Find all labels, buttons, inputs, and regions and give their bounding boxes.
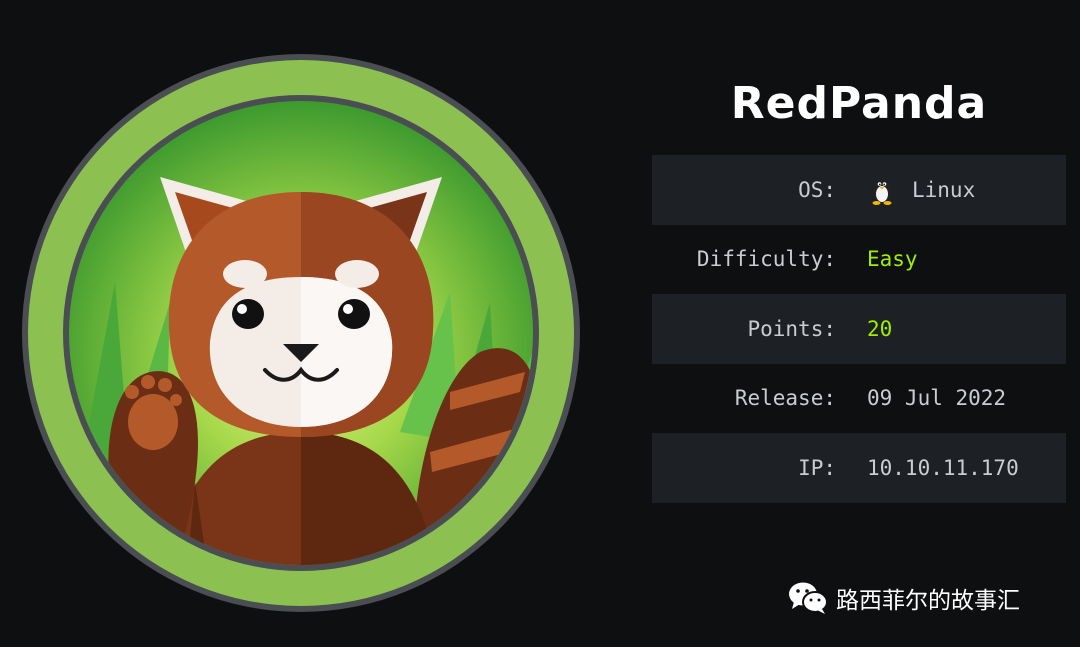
- wechat-icon: [788, 580, 828, 616]
- os-value: Linux: [912, 177, 976, 202]
- info-row-release: Release: 09 Jul 2022: [652, 364, 1066, 434]
- difficulty-label: Difficulty:: [696, 247, 836, 272]
- os-label: OS:: [798, 177, 836, 202]
- info-row-points: Points: 20: [652, 294, 1066, 364]
- info-row-difficulty: Difficulty: Easy: [652, 225, 1066, 295]
- points-value: 20: [867, 316, 893, 341]
- machine-name: RedPanda: [730, 78, 988, 129]
- machine-info-table: OS: Linux Difficulty: Easy Points: 20 Re…: [652, 155, 1066, 503]
- difficulty-value: Easy: [867, 247, 918, 272]
- watermark-text: 路西菲尔的故事汇: [836, 588, 1020, 614]
- info-row-ip: IP: 10.10.11.170: [652, 433, 1066, 503]
- machine-avatar: [20, 52, 582, 614]
- red-panda-avatar-icon: [22, 54, 580, 612]
- ip-label: IP:: [798, 455, 836, 480]
- release-value: 09 Jul 2022: [867, 386, 1007, 411]
- linux-tux-icon: [867, 175, 897, 205]
- points-label: Points:: [747, 316, 836, 341]
- release-label: Release:: [734, 386, 836, 411]
- ip-value: 10.10.11.170: [867, 455, 1019, 480]
- info-row-os: OS: Linux: [652, 155, 1066, 225]
- watermark: 路西菲尔的故事汇: [788, 578, 1020, 618]
- os-value-group: Linux: [867, 175, 975, 205]
